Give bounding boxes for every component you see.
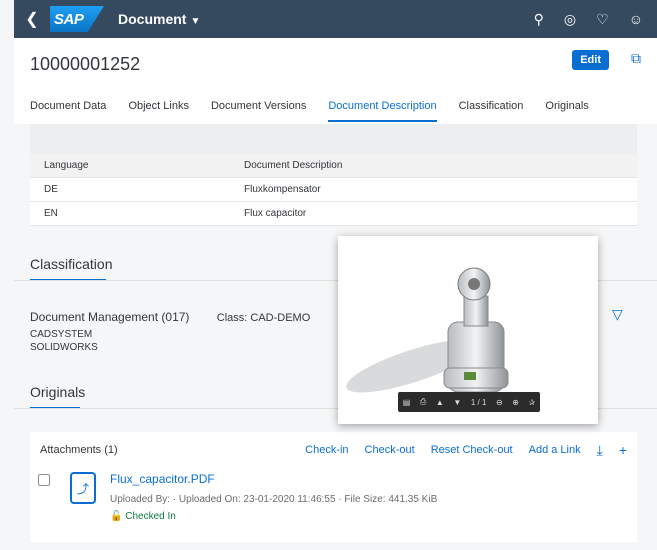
preview-image: ▤ ⎙ ▲ ▼ 1 / 1 ⊖ ⊕ ✰ — [338, 236, 598, 424]
notifications-icon[interactable]: ♡ — [596, 11, 609, 28]
tab-document-data[interactable]: Document Data — [30, 100, 106, 122]
sap-logo[interactable]: SAP — [50, 6, 104, 32]
share-icon[interactable]: ⧉ — [631, 50, 641, 67]
page-title: 10000001252 — [30, 54, 141, 74]
attachment-checkbox[interactable] — [38, 474, 50, 486]
cell-description: Fluxkompensator — [244, 184, 321, 195]
object-header: 10000001252 Edit ⧉ Document Data Object … — [14, 38, 657, 124]
save-icon[interactable]: ▤ — [403, 398, 411, 407]
user-icon[interactable]: ☺ — [629, 11, 643, 28]
tab-classification[interactable]: Classification — [459, 100, 524, 122]
acrobat-icon[interactable]: ✰ — [529, 398, 536, 407]
classification-values: CADSYSTEM SOLIDWORKS — [30, 328, 98, 354]
pdf-file-icon: ⤴ — [70, 472, 96, 504]
check-out-button[interactable]: Check-out — [365, 444, 415, 456]
cylinder-label — [464, 372, 476, 380]
table-row[interactable]: EN Flux capacitor — [30, 202, 637, 226]
pdf-viewer-toolbar: ▤ ⎙ ▲ ▼ 1 / 1 ⊖ ⊕ ✰ — [398, 392, 540, 412]
tab-document-description[interactable]: Document Description — [328, 100, 437, 122]
attachment-meta: Uploaded By: · Uploaded On: 23-01-2020 1… — [110, 494, 438, 505]
shell-bar: ❮ SAP Document ▼ ⚲ ◎ ♡ ☺ — [14, 0, 657, 38]
classification-class: Class: CAD-DEMO — [216, 312, 311, 324]
page-indicator: 1 / 1 — [470, 397, 487, 407]
add-link-button[interactable]: Add a Link — [529, 444, 581, 456]
classification-header: Document Management (017) Class: CAD-DEM… — [30, 310, 310, 324]
app-title-text: Document — [118, 11, 187, 27]
cylinder-neck — [463, 295, 489, 327]
zoom-out-icon[interactable]: ⊖ — [496, 398, 503, 407]
tab-object-links[interactable]: Object Links — [128, 100, 189, 122]
check-in-button[interactable]: Check-in — [305, 444, 348, 456]
classification-value: CADSYSTEM — [30, 329, 93, 340]
attachment-file-link[interactable]: Flux_capacitor.PDF — [110, 472, 437, 486]
status-text: Checked In — [125, 511, 176, 522]
app-title-menu[interactable]: Document ▼ — [118, 11, 200, 27]
search-icon[interactable]: ⚲ — [534, 11, 544, 28]
print-icon[interactable]: ⎙ — [420, 397, 426, 407]
filter-icon[interactable]: ▽ — [612, 306, 623, 323]
edit-button[interactable]: Edit — [572, 50, 609, 70]
chevron-down-icon: ▼ — [190, 16, 201, 27]
description-table: Language Document Description DE Fluxkom… — [30, 124, 637, 226]
classification-name: Document Management (017) — [30, 310, 190, 324]
prev-page-icon[interactable]: ▲ — [436, 398, 444, 407]
copilot-icon[interactable]: ◎ — [564, 11, 576, 28]
add-icon[interactable]: + — [619, 442, 627, 458]
checked-in-status: 🔓 Checked In — [110, 511, 437, 522]
download-icon[interactable]: ⤓ — [597, 442, 603, 459]
column-header-language: Language — [44, 160, 89, 171]
attachments-toolbar: Attachments (1) Check-in Check-out Reset… — [30, 432, 637, 468]
originals-section-title: Originals — [30, 384, 86, 400]
table-row[interactable]: DE Fluxkompensator — [30, 178, 637, 202]
lock-icon: 🔓 — [110, 511, 123, 522]
cell-language: EN — [44, 208, 58, 219]
tab-document-versions[interactable]: Document Versions — [211, 100, 306, 122]
next-page-icon[interactable]: ▼ — [453, 398, 461, 407]
zoom-in-icon[interactable]: ⊕ — [512, 398, 519, 407]
cell-description: Flux capacitor — [244, 208, 307, 219]
tab-originals[interactable]: Originals — [545, 100, 588, 122]
classification-value: SOLIDWORKS — [30, 342, 98, 353]
cell-language: DE — [44, 184, 58, 195]
column-header-description: Document Description — [244, 160, 343, 171]
attachments-count: Attachments (1) — [40, 444, 118, 456]
classification-section-title: Classification — [30, 256, 113, 272]
reset-check-out-button[interactable]: Reset Check-out — [431, 444, 513, 456]
cylinder-head-bore — [468, 278, 480, 290]
back-icon[interactable]: ❮ — [14, 9, 50, 29]
table-header: Language Document Description — [30, 154, 637, 178]
table-toolbar — [30, 124, 637, 154]
tab-bar: Document Data Object Links Document Vers… — [30, 100, 589, 122]
attachment-list-item[interactable]: ⤴ Flux_capacitor.PDF Uploaded By: · Uplo… — [38, 472, 637, 522]
attachments-panel: Attachments (1) Check-in Check-out Reset… — [30, 432, 637, 542]
